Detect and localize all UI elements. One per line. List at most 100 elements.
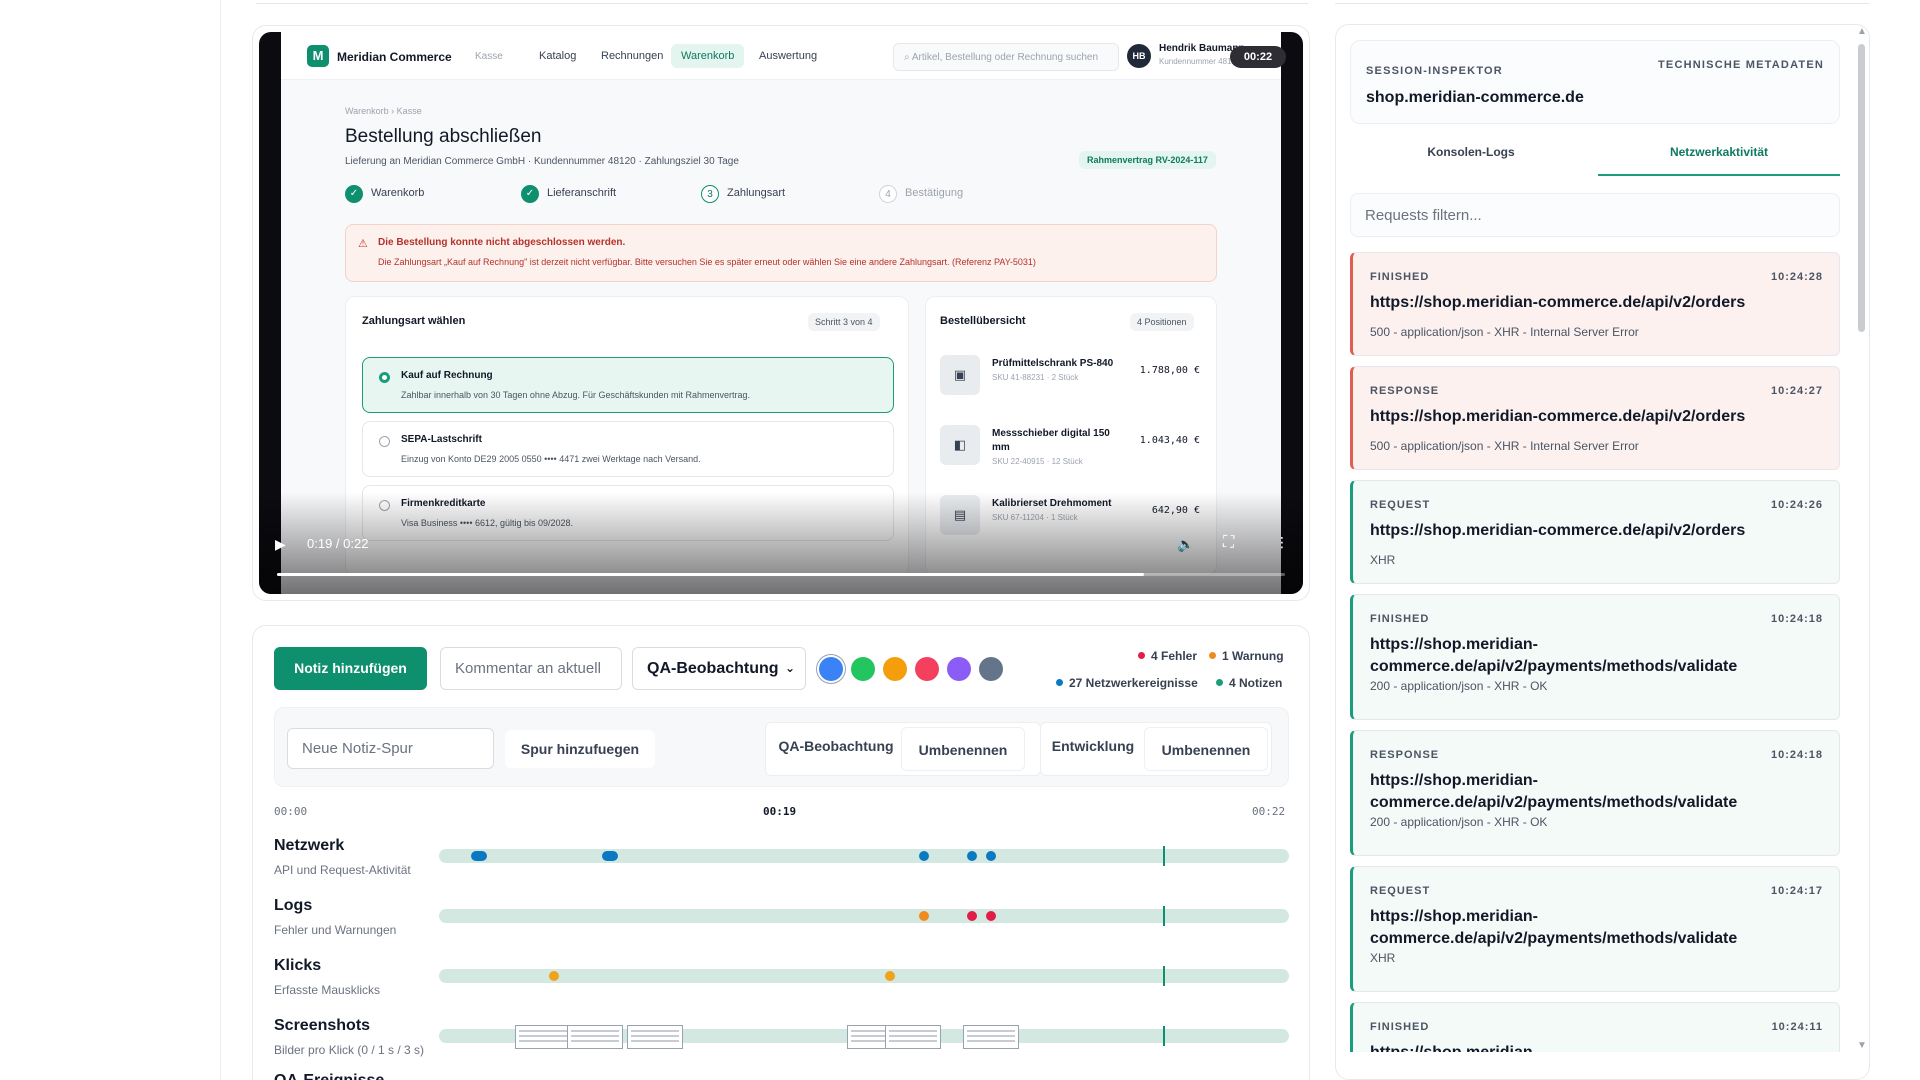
timeline-end: 00:22: [1252, 805, 1286, 818]
network-entry[interactable]: FINISHED 10:24:11 https://shop.meridian-co…: [1350, 1002, 1840, 1052]
color-swatch-5[interactable]: [947, 657, 971, 681]
nav-rechnungen[interactable]: Rechnungen: [601, 50, 663, 62]
payment-option-1[interactable]: Kauf auf Rechnung Zahlbar innerhalb von 3…: [362, 357, 894, 413]
radio-icon[interactable]: [379, 436, 390, 447]
session-video-player[interactable]: M Meridian Commerce Kasse Katalog Rechnu…: [259, 32, 1303, 594]
entry-url: https://shop.meridian-commerce.de/api/v2…: [1370, 408, 1746, 425]
comment-input[interactable]: Kommentar an aktuell: [440, 647, 622, 690]
nav-auswertung[interactable]: Auswertung: [759, 50, 817, 62]
brand-name: Meridian Commerce: [337, 50, 452, 64]
scroll-up-icon[interactable]: ▲: [1857, 26, 1867, 37]
track-chip-qa-label: QA-Beobachtung: [778, 738, 894, 754]
tab-network-activity[interactable]: Netzwerkaktivität: [1598, 145, 1840, 159]
step-3-label: Zahlungsart: [727, 187, 786, 199]
network-entry[interactable]: RESPONSE 10:24:18 https://shop.meridian-co…: [1350, 730, 1840, 856]
timeline-start: 00:00: [274, 805, 308, 818]
play-icon[interactable]: ▶: [275, 536, 286, 553]
lane-subtitle: Bilder pro Klick (0 / 1 s / 3 s): [274, 1043, 425, 1057]
timeline-event-marker[interactable]: [601, 851, 618, 861]
add-note-button[interactable]: Notiz hinzufügen: [274, 647, 427, 690]
category-select[interactable]: QA-Beobachtung ⌄: [632, 647, 806, 690]
timeline-event-marker[interactable]: [918, 911, 929, 921]
lane-track[interactable]: [439, 909, 1289, 923]
lane-track[interactable]: [439, 969, 1289, 983]
entry-url: https://shop.meridian-commerce.de/api/v2…: [1370, 522, 1746, 539]
contract-badge: Rahmenvertrag RV-2024-117: [1079, 151, 1216, 169]
step-1-marker: ✓: [345, 185, 363, 203]
product-price: 1.788,00 €: [1139, 365, 1200, 376]
screenshot-thumbnail[interactable]: [884, 1025, 941, 1049]
lane-track[interactable]: [439, 849, 1289, 863]
volume-icon[interactable]: 🔈: [1177, 536, 1194, 553]
screenshot-thumbnail[interactable]: [566, 1025, 623, 1049]
session-domain: shop.meridian-commerce.de: [1366, 89, 1584, 106]
lane-subtitle: API und Request-Aktivität: [274, 863, 411, 877]
top-card-edge: [256, 0, 1308, 4]
color-swatch-6[interactable]: [979, 657, 1003, 681]
nav-katalog[interactable]: Katalog: [539, 50, 576, 62]
product-name: Messschieber digital 150 mm: [992, 428, 1110, 453]
entry-time: 10:24:11: [1771, 1021, 1823, 1033]
product-image-icon: ◧: [940, 425, 980, 465]
playhead-marker: [1162, 1026, 1165, 1046]
product-price: 1.043,40 €: [1139, 435, 1200, 446]
payment-option-desc: Zahlbar innerhalb von 30 Tagen ohne Abzu…: [401, 390, 751, 400]
network-entry[interactable]: REQUEST 10:24:17 https://shop.meridian-com…: [1350, 866, 1840, 992]
video-progress-track[interactable]: [277, 573, 1285, 576]
video-controls-overlay: [259, 492, 1303, 594]
active-tab-indicator: [1598, 174, 1840, 176]
video-time: 0:19 / 0:22: [307, 536, 369, 551]
step-2-label: Lieferanschrift: [547, 187, 617, 199]
timeline-event-marker[interactable]: [918, 851, 929, 861]
shop-search-input[interactable]: ⌕ Artikel, Bestellung oder Rechnung such…: [893, 43, 1119, 71]
timeline-event-marker[interactable]: [986, 851, 997, 861]
fullscreen-icon[interactable]: ⛶: [1223, 534, 1234, 552]
radio-icon[interactable]: [379, 372, 390, 383]
color-swatch-2[interactable]: [851, 657, 875, 681]
tab-console-logs[interactable]: Konsolen-Logs: [1350, 145, 1592, 159]
step-1-label: Warenkorb: [371, 187, 425, 199]
network-entry[interactable]: RESPONSE 10:24:27 https://shop.meridian-co…: [1350, 366, 1840, 470]
lane-subtitle: Erfasste Mausklicks: [274, 983, 381, 997]
inspector-scrollbar[interactable]: [1858, 44, 1865, 332]
color-swatch-1[interactable]: [819, 657, 843, 681]
network-entry-list[interactable]: FINISHED 10:24:28 https://shop.meridian-co…: [1336, 252, 1856, 1052]
rename-qa-button[interactable]: Umbenennen: [901, 727, 1025, 771]
nav-warenkorb-active[interactable]: Warenkorb: [671, 44, 745, 68]
order-item: ▣ Prüfmittelschrank PS-840 SKU 41-88231 · …: [940, 347, 1200, 407]
playhead-marker: [1162, 966, 1165, 986]
user-avatar[interactable]: HB: [1127, 44, 1151, 68]
user-sub: Kundennummer 48120: [1159, 57, 1241, 66]
timeline-event-marker[interactable]: [471, 851, 488, 861]
brand-logo: M: [307, 45, 329, 67]
timeline-event-marker[interactable]: [548, 971, 559, 981]
entry-time: 10:24:17: [1770, 885, 1823, 897]
new-track-input[interactable]: Neue Notiz-Spur: [287, 728, 494, 769]
meta-label[interactable]: TECHNISCHE METADATEN: [1658, 59, 1824, 71]
color-swatch-3[interactable]: [883, 657, 907, 681]
payment-option-2[interactable]: SEPA-Lastschrift Einzug von Konto DE29 20…: [362, 421, 894, 477]
request-filter-input[interactable]: Requests filtern...: [1350, 193, 1840, 237]
step-4-label: Bestätigung: [905, 187, 964, 199]
network-entry[interactable]: FINISHED 10:24:18 https://shop.meridian-co…: [1350, 594, 1840, 720]
screenshot-thumbnail[interactable]: [626, 1025, 683, 1049]
rename-dev-button[interactable]: Umbenennen: [1144, 727, 1268, 771]
add-track-button[interactable]: Spur hinzufuegen: [505, 730, 655, 768]
entry-meta: 200 - application/json - XHR - OK: [1370, 815, 1548, 829]
network-entry[interactable]: FINISHED 10:24:28 https://shop.meridian-co…: [1350, 252, 1840, 356]
warnings-count: 1 Warnung: [1209, 649, 1284, 663]
product-name: Prüfmittelschrank PS-840: [992, 358, 1114, 369]
screenshot-thumbnail[interactable]: [963, 1025, 1020, 1049]
entry-url: https://shop.meridian-commerce.de/api/v2…: [1370, 294, 1746, 311]
network-entry[interactable]: REQUEST 10:24:26 https://shop.meridian-com…: [1350, 480, 1840, 584]
timeline-event-marker[interactable]: [986, 911, 997, 921]
entry-type: REQUEST: [1370, 499, 1431, 511]
color-swatch-4[interactable]: [915, 657, 939, 681]
session-header: SESSION-INSPEKTOR TECHNISCHE METADATEN s…: [1350, 40, 1840, 124]
screenshot-thumbnail[interactable]: [514, 1025, 571, 1049]
entry-url: https://shop.meridian-commerce.de/assets…: [1370, 1042, 1800, 1052]
entry-type: FINISHED: [1370, 1021, 1430, 1033]
more-options-icon[interactable]: ⋮: [1275, 534, 1289, 551]
video-timestamp-badge: 00:22: [1230, 46, 1286, 68]
scroll-down-icon[interactable]: ▼: [1857, 1040, 1867, 1051]
